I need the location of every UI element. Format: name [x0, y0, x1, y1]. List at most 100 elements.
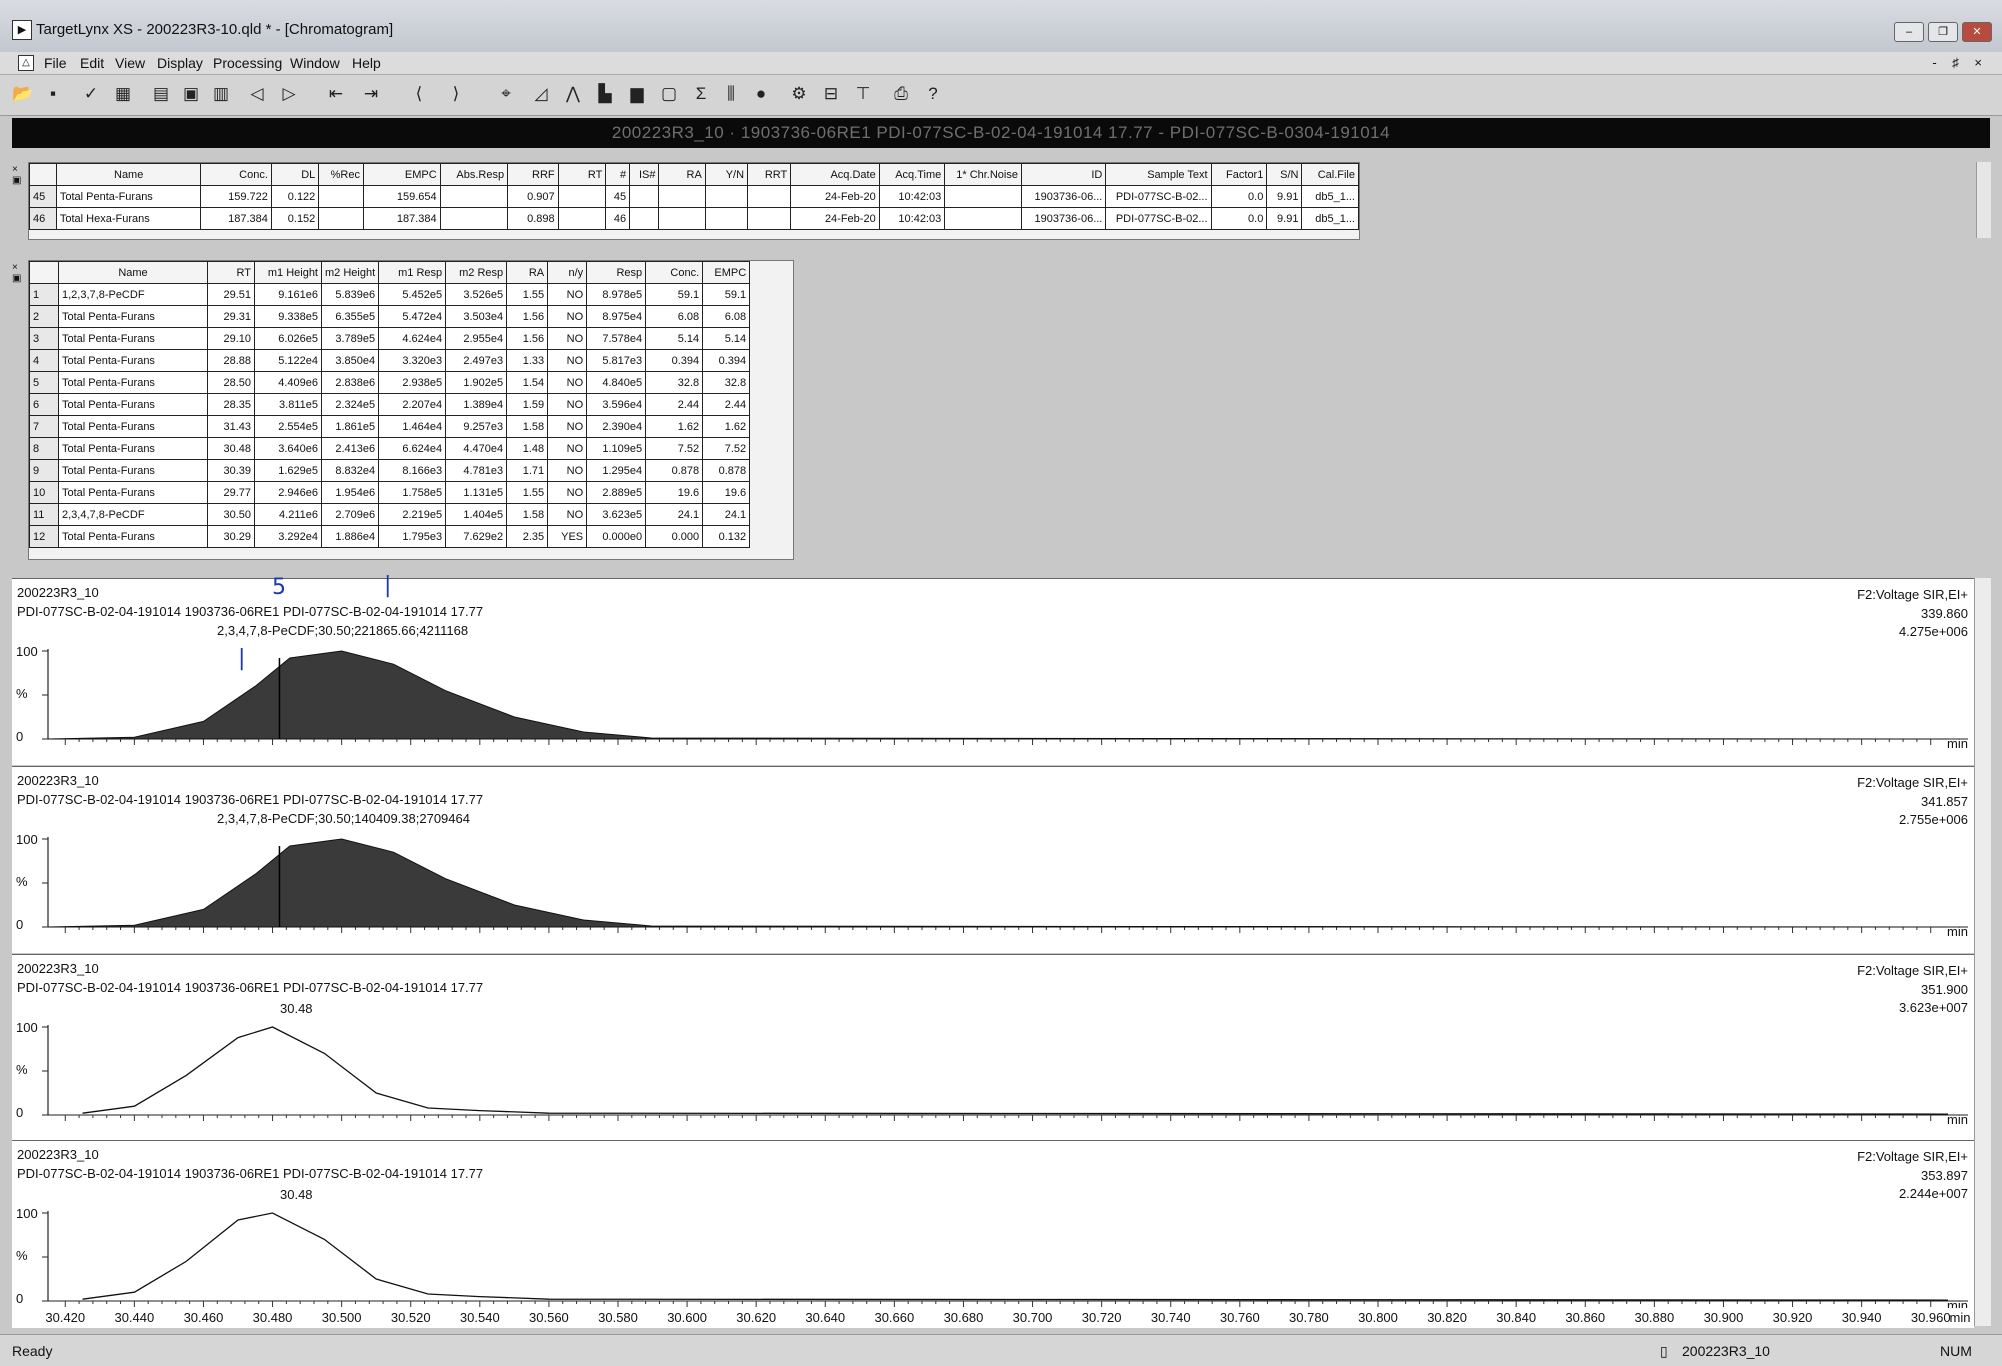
table-cell[interactable]: Total Penta-Furans [58, 525, 208, 548]
table-cell[interactable]: 1.389e4 [445, 393, 508, 416]
table-cell[interactable]: 4.211e6 [254, 503, 322, 526]
table-cell[interactable]: 2.324e5 [320, 393, 380, 416]
column-header[interactable]: m1 Resp [378, 261, 447, 284]
table-cell[interactable]: 1.404e5 [445, 503, 508, 526]
table-cell[interactable]: 0.000 [645, 525, 704, 548]
spectrum-icon[interactable]: ▙ [594, 83, 616, 105]
sum-icon[interactable]: Σ [690, 83, 712, 105]
table-cell[interactable]: 1.295e4 [586, 459, 647, 482]
peak-pane-controls[interactable]: × ▣ [12, 262, 26, 284]
table-cell[interactable]: 2.554e5 [254, 415, 322, 438]
table-cell[interactable]: 1.58 [506, 415, 549, 438]
table-cell[interactable]: Total Penta-Furans [58, 437, 208, 460]
table-cell[interactable]: 159.654 [362, 185, 441, 208]
table-row[interactable]: 9 Total Penta-Furans 30.39 1.629e5 8.832e4 8.… [29, 459, 751, 482]
table-cell[interactable]: Total Penta-Furans [58, 349, 208, 372]
column-header[interactable]: Acq.Time [878, 163, 946, 186]
table-cell[interactable] [629, 207, 660, 230]
table-row[interactable]: 1 1,2,3,7,8-PeCDF 29.51 9.161e6 5.839e6 5.452… [29, 283, 751, 306]
table-cell[interactable] [704, 185, 749, 208]
zoom-icon[interactable]: ⌖ [495, 83, 517, 105]
table-cell[interactable]: 30.48 [207, 437, 255, 460]
table-cell[interactable]: NO [547, 393, 588, 416]
column-header[interactable]: S/N [1266, 163, 1303, 186]
window-icon[interactable]: ▢ [658, 83, 680, 105]
table-cell[interactable]: 1.56 [506, 305, 549, 328]
table-cell[interactable]: 24.1 [702, 503, 751, 526]
table-cell[interactable] [629, 185, 660, 208]
column-header[interactable]: RA [658, 163, 706, 186]
table-cell[interactable] [318, 185, 364, 208]
table-cell[interactable]: 1.109e5 [586, 437, 647, 460]
table-cell[interactable] [658, 185, 706, 208]
table-cell[interactable]: 6.355e5 [320, 305, 380, 328]
table-row[interactable]: 46 Total Hexa-Furans 187.384 0.152 187.384 0.… [29, 207, 1359, 230]
table-cell[interactable]: 9.338e5 [254, 305, 322, 328]
table-row[interactable]: 5 Total Penta-Furans 28.50 4.409e6 2.838e6 2.… [29, 371, 751, 394]
chromatogram-panel[interactable]: 200223R3_10 PDI-077SC-B-02-04-191014 1903… [12, 954, 1974, 1141]
table-cell[interactable]: 1.33 [506, 349, 549, 372]
table-cell[interactable]: NO [547, 437, 588, 460]
table-cell[interactable]: NO [547, 371, 588, 394]
table-row[interactable]: 45 Total Penta-Furans 159.722 0.122 159.654 0… [29, 185, 1359, 208]
menu-window[interactable]: Window [290, 55, 340, 71]
table-cell[interactable]: 1.758e5 [378, 481, 447, 504]
table-cell[interactable]: 6.08 [702, 305, 751, 328]
table-cell[interactable]: Total Penta-Furans [58, 305, 208, 328]
table-cell[interactable]: 29.51 [207, 283, 255, 306]
menu-edit[interactable]: Edit [80, 55, 104, 71]
table-cell[interactable]: NO [547, 327, 588, 350]
table-cell[interactable]: 0.152 [270, 207, 320, 230]
table-cell[interactable]: 187.384 [362, 207, 441, 230]
table-cell[interactable]: 2.838e6 [320, 371, 380, 394]
table-cell[interactable]: 24.1 [645, 503, 704, 526]
table-cell[interactable]: 3.503e4 [445, 305, 508, 328]
table-cell[interactable]: 1.58 [506, 503, 549, 526]
table-cell[interactable]: 2.955e4 [445, 327, 508, 350]
check-icon[interactable]: ✓ [80, 83, 102, 105]
table-cell[interactable]: 1.48 [506, 437, 549, 460]
table-cell[interactable]: 0.907 [507, 185, 559, 208]
table-cell[interactable]: 1.861e5 [320, 415, 380, 438]
table-cell[interactable]: 6.624e4 [378, 437, 447, 460]
table-cell[interactable]: 2.35 [506, 525, 549, 548]
table-cell[interactable]: 3.292e4 [254, 525, 322, 548]
table-cell[interactable]: 187.384 [200, 207, 272, 230]
table-cell[interactable]: 5.122e4 [254, 349, 322, 372]
table-cell[interactable]: 1.795e3 [378, 525, 447, 548]
table-cell[interactable]: 46 [605, 207, 631, 230]
help-icon[interactable]: ? [922, 83, 944, 105]
table-cell[interactable]: 59.1 [645, 283, 704, 306]
row-number[interactable]: 2 [29, 305, 59, 328]
table-row[interactable]: 7 Total Penta-Furans 31.43 2.554e5 1.861e5 1.… [29, 415, 751, 438]
table-cell[interactable]: 28.88 [207, 349, 255, 372]
row-number[interactable]: 6 [29, 393, 59, 416]
table-cell[interactable]: 28.35 [207, 393, 255, 416]
table-cell[interactable]: 59.1 [702, 283, 751, 306]
table-cell[interactable]: 1.62 [702, 415, 751, 438]
table-cell[interactable]: 1.54 [506, 371, 549, 394]
table-cell[interactable]: Total Penta-Furans [55, 185, 202, 208]
table-cell[interactable]: 5.14 [645, 327, 704, 350]
document-icon[interactable]: △ [18, 55, 34, 71]
table-cell[interactable]: 5.472e4 [378, 305, 447, 328]
table-cell[interactable]: 24-Feb-20 [790, 185, 880, 208]
table-cell[interactable]: 30.29 [207, 525, 255, 548]
table-cell[interactable]: 28.50 [207, 371, 255, 394]
split-vertical-icon[interactable]: ⊤ [852, 83, 874, 105]
table-cell[interactable]: 2,3,4,7,8-PeCDF [58, 503, 208, 526]
table-cell[interactable]: 7.52 [702, 437, 751, 460]
table-cell[interactable]: 2.219e5 [378, 503, 447, 526]
table-cell[interactable]: 1.464e4 [378, 415, 447, 438]
table-row[interactable]: 4 Total Penta-Furans 28.88 5.122e4 3.850e4 3.… [29, 349, 751, 372]
table-cell[interactable]: 0.394 [702, 349, 751, 372]
next-compound-icon[interactable]: ⇥ [360, 83, 382, 105]
column-header[interactable]: n/y [547, 261, 588, 284]
table-cell[interactable]: 4.781e3 [445, 459, 508, 482]
table-cell[interactable]: 2.413e6 [320, 437, 380, 460]
gear-icon[interactable]: ⚙ [788, 83, 810, 105]
table-cell[interactable]: 2.207e4 [378, 393, 447, 416]
table-cell[interactable]: 0.898 [507, 207, 559, 230]
column-header[interactable]: Cal.File [1301, 163, 1359, 186]
table-cell[interactable]: 9.91 [1266, 185, 1303, 208]
